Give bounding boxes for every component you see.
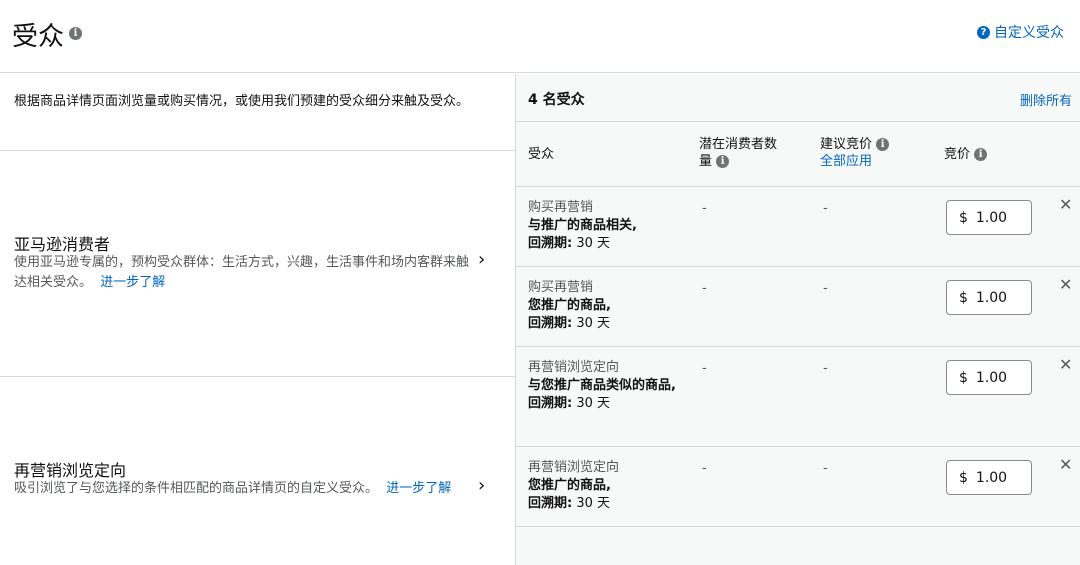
option-title: 亚马逊消费者 [14,235,111,254]
potential-value: - [702,361,707,376]
option-title: 再营销浏览定向 [14,461,127,480]
lookback: 回溯期: 30 天 [528,316,611,331]
audience-cell: 再营销浏览定向 您推广的商品, 回溯期: 30 天 [528,459,678,513]
potential-value: - [702,201,707,216]
audience-cell: 购买再营销 您推广的商品, 回溯期: 30 天 [528,279,678,333]
option-description: 吸引浏览了与您选择的条件相匹配的商品详情页的自定义受众。 进一步了解 [14,481,452,496]
audience-target: 与您推广商品类似的商品, [528,378,676,393]
option-amazon-consumers[interactable]: 亚马逊消费者 使用亚马逊专属的，预构受众群体：生活方式，兴趣，生活事件和场内客群… [0,151,515,376]
audience-target: 与推广的商品相关, [528,218,637,233]
chevron-right-icon: › [478,249,486,270]
audience-target: 您推广的商品, [528,478,611,493]
panel-description: 根据商品详情页面浏览量或购买情况，或使用我们预建的受众细分来触及受众。 [14,94,470,109]
audience-count: 4 名受众 [528,92,585,108]
suggested-value: - [823,281,828,296]
learn-more-link[interactable]: 进一步了解 [100,275,165,290]
info-icon[interactable]: i [716,155,730,168]
col-suggested: 建议竞价 i 全部应用 [820,136,920,170]
audience-type: 再营销浏览定向 [528,460,620,475]
info-icon[interactable]: i [876,138,890,151]
table-header: 受众 潜在消费者数量 i 建议竞价 i 全部应用 竞价 i [516,122,1080,187]
bid-input[interactable]: $1.00 [946,280,1032,315]
table-row: 再营销浏览定向 与您推广商品类似的商品, 回溯期: 30 天 - - $1.00… [516,347,1080,447]
close-icon[interactable]: ✕ [1059,195,1072,214]
audience-target: 您推广的商品, [528,298,611,313]
table-row: 购买再营销 与推广的商品相关, 回溯期: 30 天 - - $1.00 ✕ [516,187,1080,267]
learn-more-link[interactable]: 进一步了解 [386,481,451,496]
audience-cell: 购买再营销 与推广的商品相关, 回溯期: 30 天 [528,199,678,253]
lookback: 回溯期: 30 天 [528,396,611,411]
bid-input[interactable]: $1.00 [946,200,1032,235]
close-icon[interactable]: ✕ [1059,455,1072,474]
audience-options-panel: 根据商品详情页面浏览量或购买情况，或使用我们预建的受众细分来触及受众。 亚马逊消… [0,74,515,565]
apply-all-button[interactable]: 全部应用 [820,154,872,169]
selected-audiences-panel: 4 名受众 删除所有 受众 潜在消费者数量 i 建议竞价 i 全部应用 竞价 i… [515,74,1080,565]
remove-all-button[interactable]: 删除所有 [1020,90,1072,109]
potential-value: - [702,281,707,296]
audience-type: 购买再营销 [528,200,594,215]
custom-audience-help-link[interactable]: ? 自定义受众 [977,22,1064,42]
info-icon[interactable]: i [69,27,82,40]
bid-input[interactable]: $1.00 [946,360,1032,395]
help-icon: ? [977,25,990,39]
option-description: 使用亚马逊专属的，预构受众群体：生活方式，兴趣，生活事件和场内客群来触达相关受众… [14,255,470,290]
page-header: 受众 i ? 自定义受众 [0,0,1080,73]
chevron-right-icon: › [478,475,486,496]
info-icon[interactable]: i [974,148,988,161]
lookback: 回溯期: 30 天 [528,236,611,251]
table-row: 再营销浏览定向 您推广的商品, 回溯期: 30 天 - - $1.00 ✕ [516,447,1080,527]
col-audience: 受众 [528,147,555,162]
col-potential: 潜在消费者数量 i [699,137,778,169]
audience-cell: 再营销浏览定向 与您推广商品类似的商品, 回溯期: 30 天 [528,359,678,413]
page-title: 受众 [12,22,65,52]
suggested-value: - [823,201,828,216]
col-bid: 竞价 i [944,146,988,163]
close-icon[interactable]: ✕ [1059,355,1072,374]
option-remarketing-views[interactable]: 再营销浏览定向 吸引浏览了与您选择的条件相匹配的商品详情页的自定义受众。 进一步… [0,377,515,565]
potential-value: - [702,461,707,476]
audience-type: 购买再营销 [528,280,594,295]
selected-header: 4 名受众 删除所有 [516,74,1080,122]
table-row: 购买再营销 您推广的商品, 回溯期: 30 天 - - $1.00 ✕ [516,267,1080,347]
audience-type: 再营销浏览定向 [528,360,620,375]
lookback: 回溯期: 30 天 [528,496,611,511]
bid-input[interactable]: $1.00 [946,460,1032,495]
close-icon[interactable]: ✕ [1059,275,1072,294]
suggested-value: - [823,461,828,476]
help-link-label: 自定义受众 [994,25,1064,41]
suggested-value: - [823,361,828,376]
